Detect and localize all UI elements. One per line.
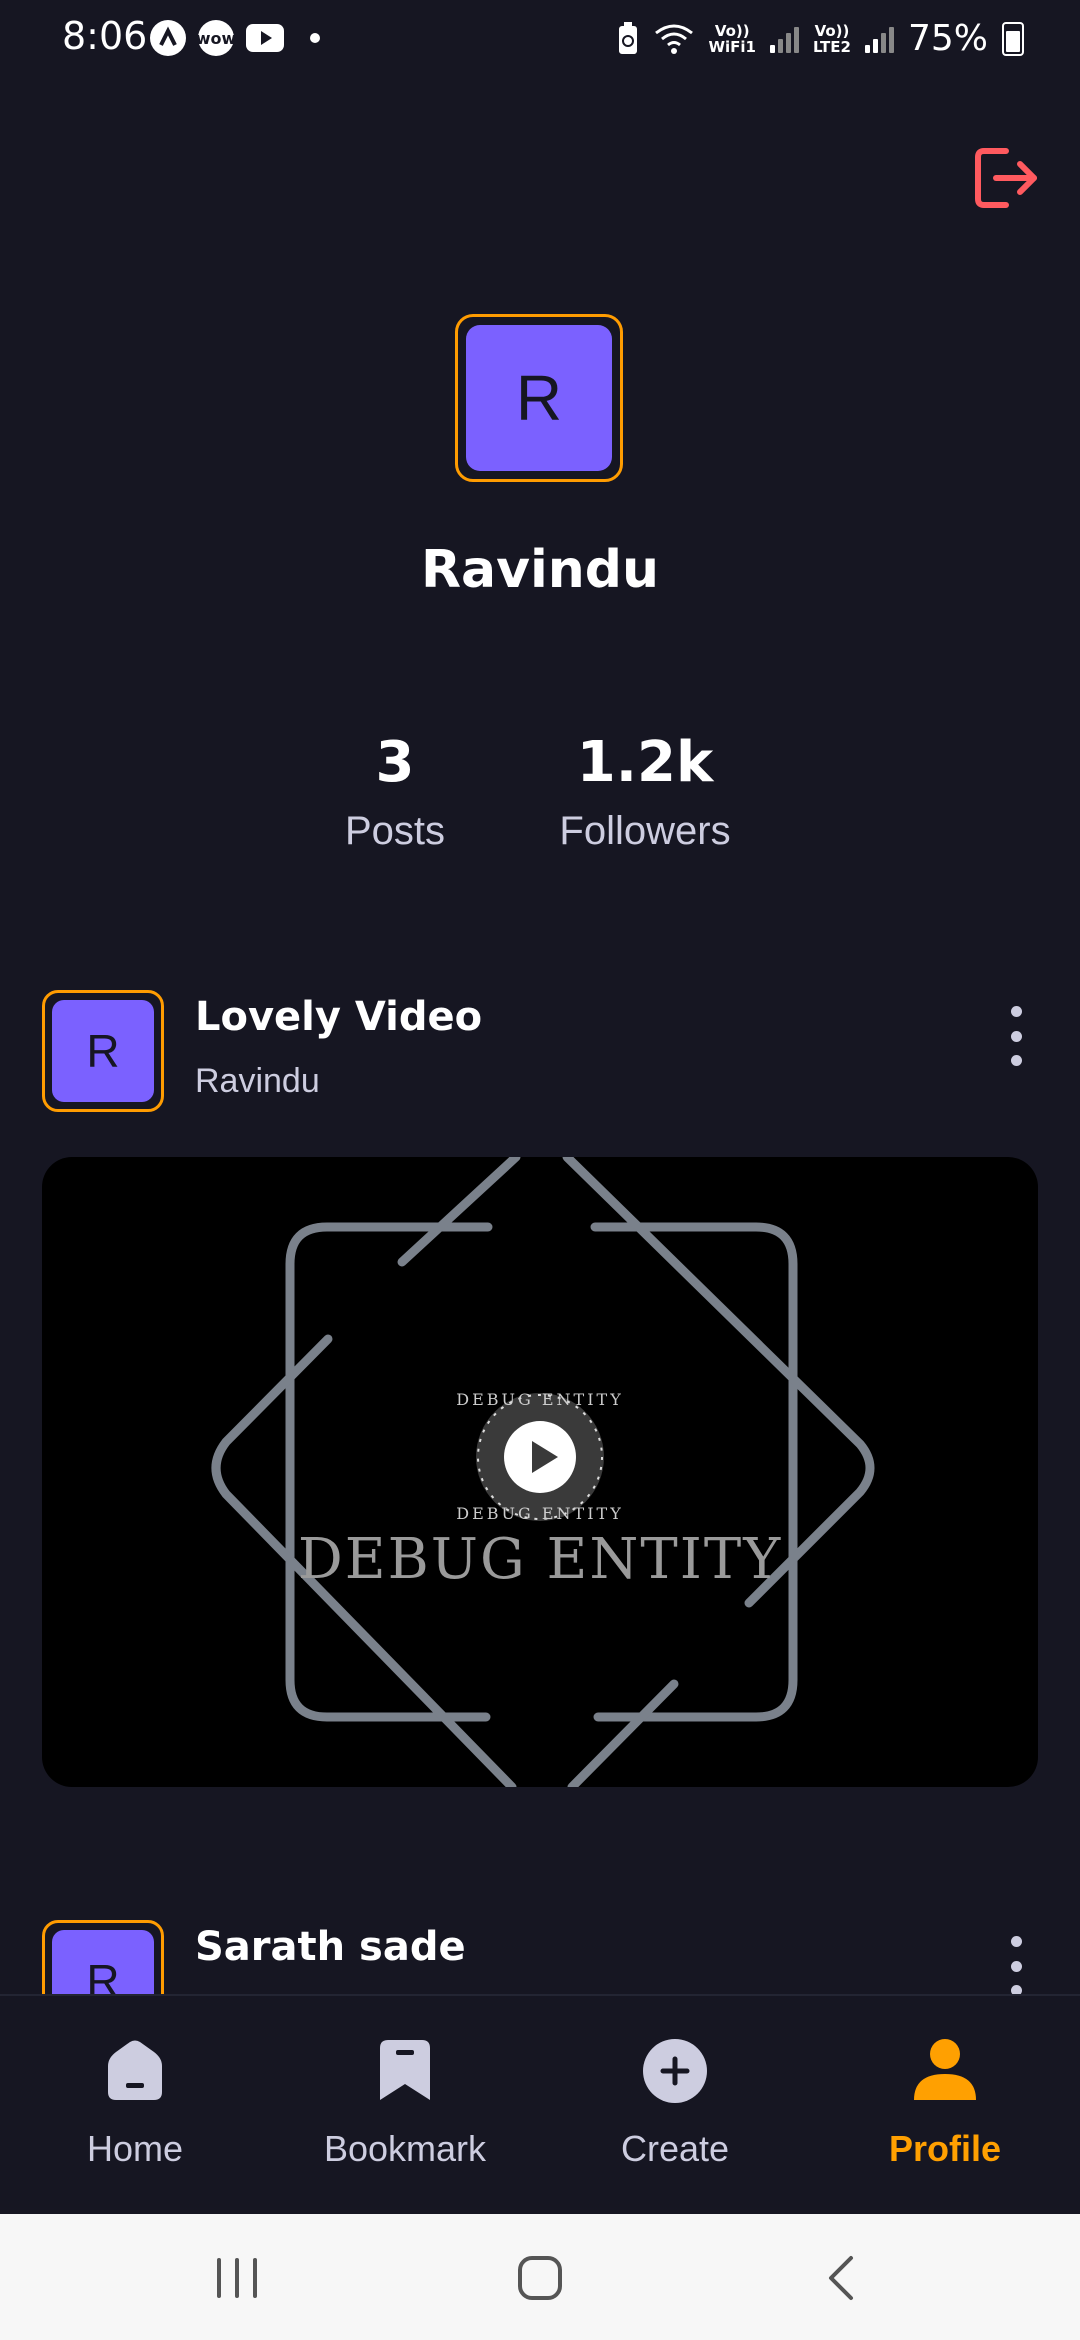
app-notification-icon: [150, 20, 186, 56]
post-avatar-initial: R: [52, 1000, 154, 1102]
tab-create[interactable]: Create: [565, 2036, 785, 2170]
post-card-header: R Lovely Video Ravindu: [42, 990, 1038, 1114]
stat-followers: 1.2k Followers: [540, 730, 750, 854]
logout-button[interactable]: [972, 145, 1042, 211]
battery-percentage: 75%: [907, 18, 988, 59]
posts-label: Posts: [344, 809, 446, 853]
home-icon: [108, 2040, 162, 2100]
stat-posts: 3 Posts: [330, 730, 460, 854]
status-bar: 8:06 wow Vo)) WiFi1 Vo)) LTE2 75%: [0, 0, 1080, 80]
wifi-calling-label: Vo)) WiFi1: [708, 21, 756, 56]
more-notifications-dot-icon: [310, 33, 320, 43]
post-avatar[interactable]: R: [42, 990, 164, 1112]
tab-bookmark[interactable]: Bookmark: [295, 2036, 515, 2170]
followers-count: 1.2k: [576, 730, 714, 795]
menu-dot-icon: [1010, 1030, 1022, 1042]
post-title: Lovely Video: [195, 994, 483, 1040]
svg-text:DEBUG ENTITY: DEBUG ENTITY: [456, 1390, 624, 1409]
system-navigation-bar: [0, 2214, 1080, 2340]
status-time: 8:06: [62, 14, 148, 58]
person-icon: [914, 2039, 976, 2100]
bookmark-icon: [380, 2040, 430, 2100]
back-button[interactable]: [813, 2250, 873, 2306]
wifi-icon: [655, 24, 694, 54]
signal-2-icon: [864, 25, 894, 53]
menu-dot-icon: [1010, 1936, 1022, 1947]
profile-avatar-initial: R: [466, 325, 612, 471]
posts-count: 3: [375, 730, 415, 795]
profile-username: Ravindu: [420, 540, 660, 600]
post-author: Ravindu: [195, 1062, 320, 1100]
menu-dot-icon: [1010, 1006, 1022, 1017]
system-status-icons: Vo)) WiFi1 Vo)) LTE2 75%: [616, 18, 1024, 59]
post-menu-button[interactable]: [1006, 1006, 1026, 1066]
home-button[interactable]: [510, 2250, 570, 2306]
youtube-icon: [246, 24, 284, 52]
profile-avatar: R: [455, 314, 623, 482]
tab-home-label: Home: [86, 2128, 184, 2169]
thumbnail-caption: DEBUG ENTITY: [297, 1527, 783, 1592]
lte-calling-label: Vo)) LTE2: [812, 21, 851, 56]
bottom-tab-bar: Home Bookmark Create Profile: [0, 1994, 1080, 2216]
logout-icon: [975, 148, 1037, 208]
tab-home[interactable]: Home: [25, 2036, 245, 2170]
recent-apps-button[interactable]: [207, 2250, 267, 2306]
notification-icons: wow: [150, 20, 320, 56]
menu-dot-icon: [1010, 1960, 1022, 1972]
followers-label: Followers: [559, 809, 731, 853]
battery-icon: [1002, 21, 1024, 56]
plus-circle-icon: [643, 2039, 707, 2103]
tab-bookmark-label: Bookmark: [323, 2128, 487, 2169]
play-icon[interactable]: [502, 1419, 578, 1495]
battery-saver-icon: [619, 21, 638, 54]
signal-1-icon: [769, 25, 799, 53]
wow-app-icon: wow: [196, 20, 236, 56]
tab-profile-label: Profile: [888, 2128, 1002, 2169]
post-title: Sarath sade: [195, 1924, 466, 1970]
menu-dot-icon: [1010, 1055, 1022, 1066]
tab-create-label: Create: [620, 2128, 730, 2169]
video-thumbnail[interactable]: DEBUG ENTITY DEBUG ENTITY DEBUG ENTITY: [42, 1157, 1038, 1787]
tab-profile[interactable]: Profile: [835, 2036, 1055, 2170]
svg-text:DEBUG ENTITY: DEBUG ENTITY: [456, 1504, 624, 1523]
post-menu-button[interactable]: [1006, 1936, 1026, 1996]
